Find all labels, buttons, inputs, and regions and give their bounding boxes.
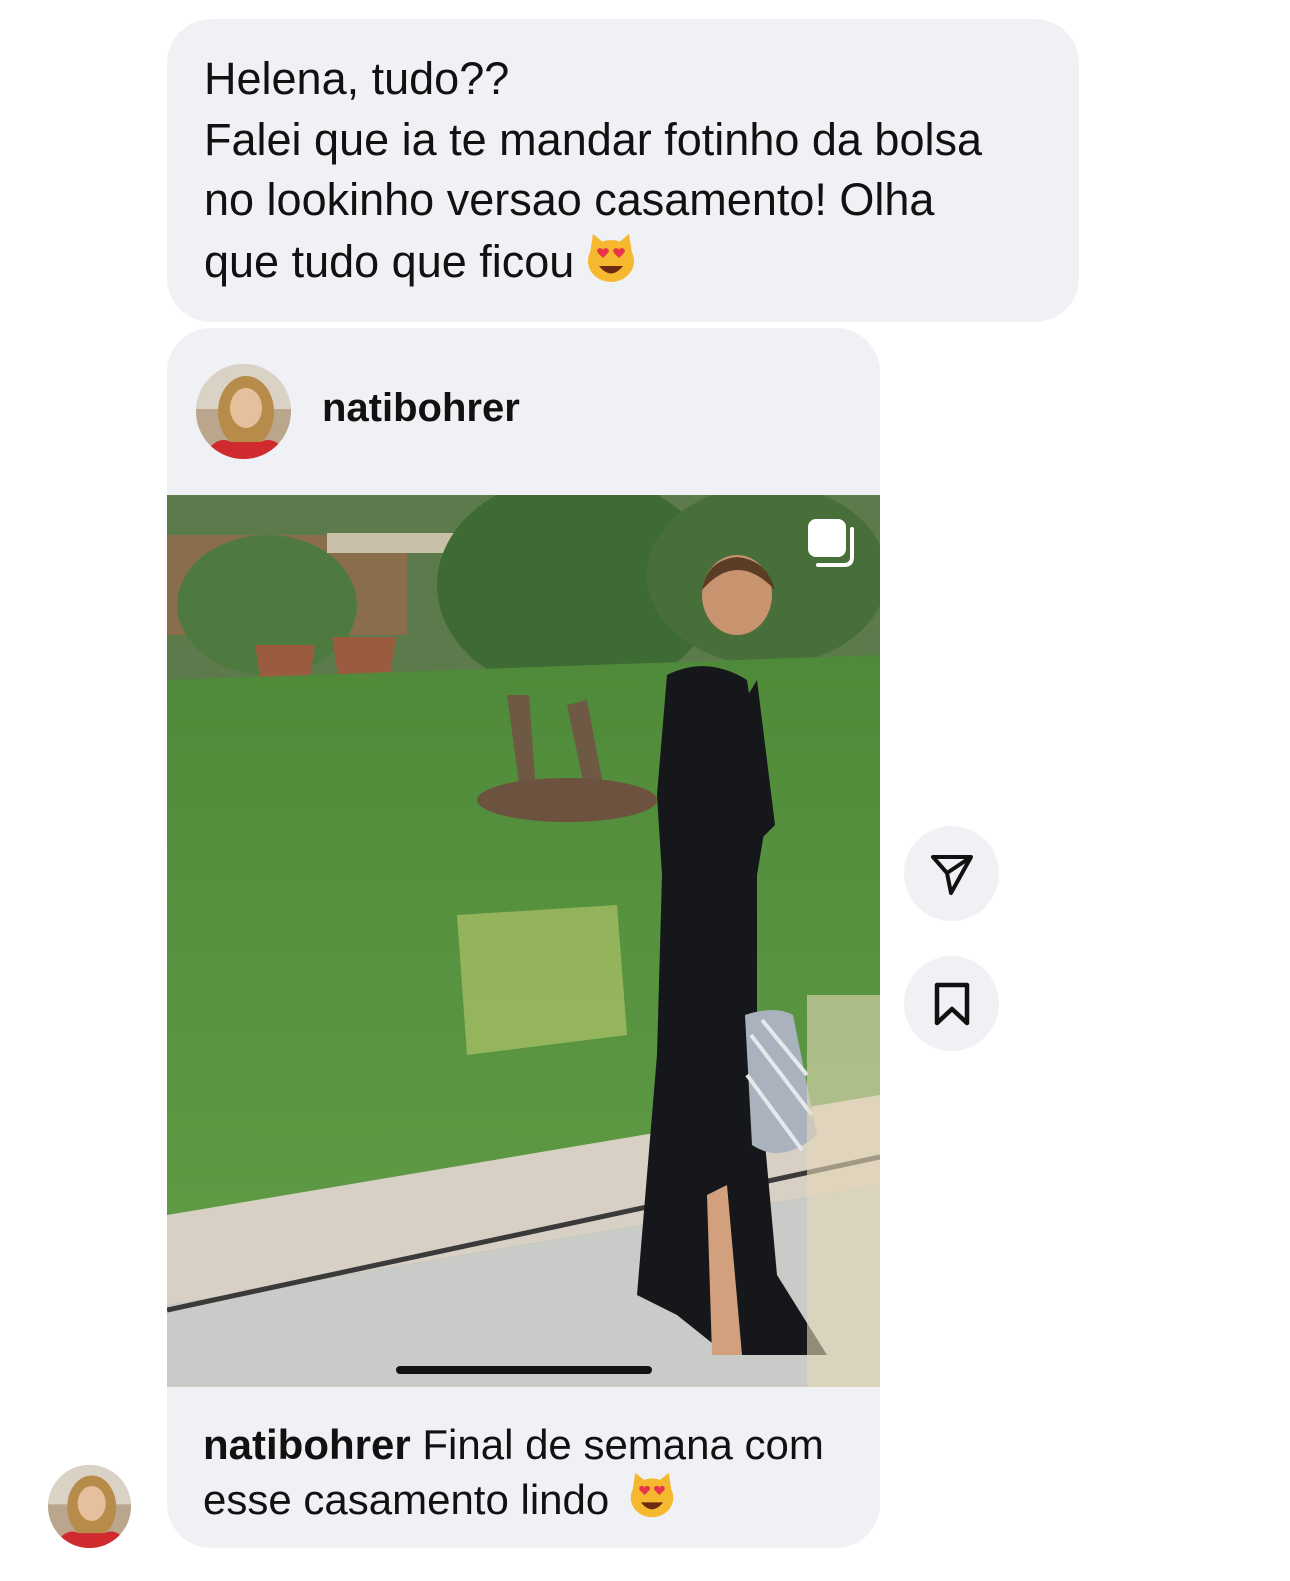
save-button[interactable] <box>904 956 999 1051</box>
post-caption: natibohrer Final de semana com esse casa… <box>203 1420 853 1525</box>
sender-avatar[interactable] <box>48 1465 131 1548</box>
message-line: Helena, tudo?? <box>204 53 510 104</box>
message-line: Falei que ia te mandar fotinho da bolsa <box>204 113 983 165</box>
avatar[interactable] <box>196 364 291 459</box>
paper-plane-icon <box>930 854 973 895</box>
message-line: que tudo que ficou <box>204 231 1043 293</box>
caption-text-line1: Final de semana com <box>422 1421 824 1468</box>
message-line: no lookinho versao casamento! Olha <box>204 174 935 225</box>
heart-eyes-cat-emoji <box>630 1472 674 1518</box>
post-photo[interactable] <box>167 495 880 1387</box>
avatar-image <box>48 1465 131 1548</box>
caption-username[interactable]: natibohrer <box>203 1421 411 1468</box>
shared-post-card[interactable]: natibohrer natibohrer Final de semana co… <box>167 328 880 1548</box>
caption-text-line2: esse casamento lindo <box>203 1476 610 1523</box>
image-scroll-indicator <box>396 1366 652 1374</box>
share-button[interactable] <box>904 826 999 921</box>
post-username[interactable]: natibohrer <box>322 386 520 431</box>
heart-eyes-cat-emoji <box>588 233 635 282</box>
message-line-text: que tudo que ficou <box>204 235 575 287</box>
post-header[interactable]: natibohrer <box>167 328 880 495</box>
carousel-icon <box>808 519 854 567</box>
bookmark-icon <box>934 982 969 1025</box>
message-bubble[interactable]: Helena, tudo?? Falei que ia te mandar fo… <box>167 19 1079 322</box>
avatar-image <box>196 364 291 459</box>
photo-image <box>167 495 880 1387</box>
